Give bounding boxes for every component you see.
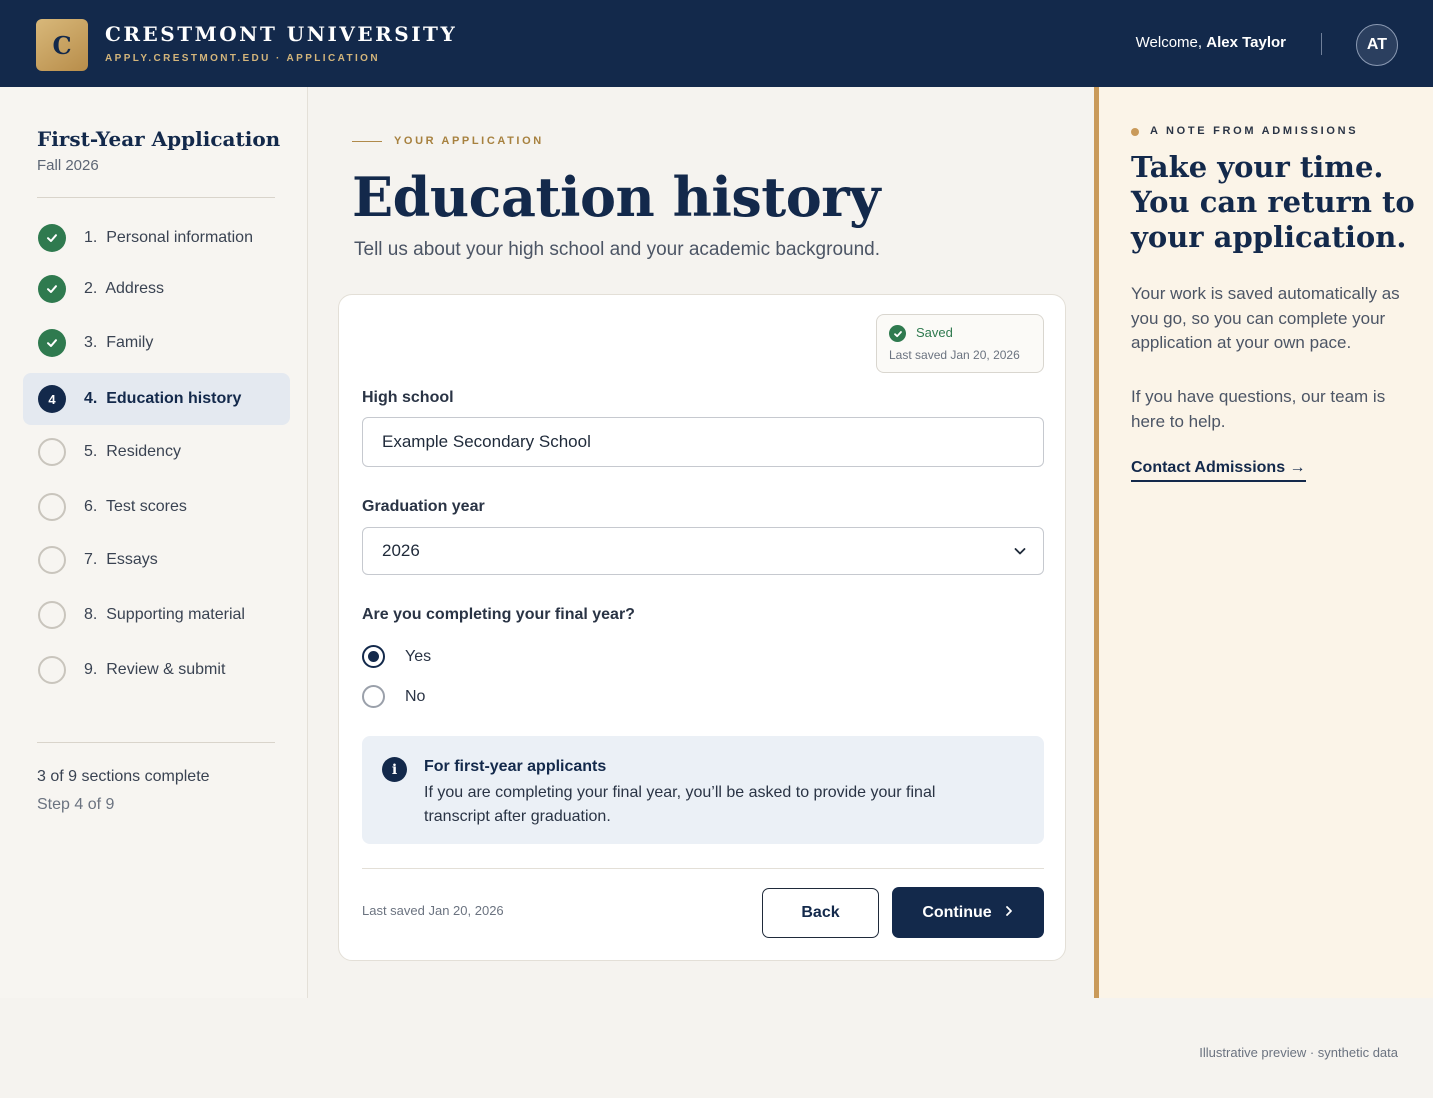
step-label: 5. Residency	[84, 443, 181, 460]
user-name: Alex Taylor	[1206, 34, 1286, 51]
page-subtitle: Tell us about your high school and your …	[354, 239, 880, 260]
step-counter: Step 4 of 9	[37, 796, 115, 813]
welcome-prefix: Welcome,	[1135, 34, 1203, 51]
check-icon	[38, 329, 66, 357]
application-term: Fall 2026	[37, 157, 99, 174]
check-icon	[38, 224, 66, 252]
step-label: 9. Review & submit	[84, 661, 226, 678]
sidebar-step-family[interactable]: 3. Family	[23, 317, 290, 369]
info-callout: i For first-year applicants If you are c…	[362, 736, 1044, 844]
sidebar-divider	[37, 197, 275, 198]
save-status-indicator: Saved Last saved Jan 20, 2026	[876, 314, 1044, 373]
graduation-year-label: Graduation year	[362, 498, 485, 515]
sidebar-step-essays[interactable]: 7. Essays	[23, 534, 290, 586]
bullet-dot-icon	[1131, 128, 1139, 136]
site-subtitle: APPLY.CRESTMONT.EDU · APPLICATION	[105, 53, 380, 64]
info-body: If you are completing your final year, y…	[424, 784, 936, 825]
education-form-card: Saved Last saved Jan 20, 2026 High schoo…	[338, 294, 1066, 961]
chevron-right-icon	[1004, 904, 1014, 922]
university-logo[interactable]: C	[36, 19, 88, 71]
info-icon: i	[382, 757, 407, 782]
sections-complete-text: 3 of 9 sections complete	[37, 768, 210, 785]
info-title: For first-year applicants	[424, 758, 607, 775]
graduation-year-value: 2026	[382, 541, 420, 560]
step-label: 3. Family	[84, 334, 154, 351]
eyebrow-rule	[352, 141, 382, 142]
saved-label: Saved	[916, 325, 953, 340]
page-title: Education history	[352, 165, 881, 229]
empty-circle-icon	[38, 656, 66, 684]
empty-circle-icon	[38, 438, 66, 466]
final-year-option-no[interactable]: No	[362, 685, 425, 708]
application-title: First-Year Application	[37, 127, 281, 151]
final-year-option-yes[interactable]: Yes	[362, 645, 431, 668]
radio-button-selected[interactable]	[362, 645, 385, 668]
high-school-input[interactable]	[362, 417, 1044, 467]
top-navigation-bar: C CRESTMONT UNIVERSITY APPLY.CRESTMONT.E…	[0, 0, 1433, 87]
card-divider	[362, 868, 1044, 869]
empty-circle-icon	[38, 546, 66, 574]
step-label: 8. Supporting material	[84, 606, 245, 623]
radio-label: No	[405, 687, 426, 705]
user-avatar[interactable]: AT	[1356, 24, 1398, 66]
chevron-down-icon	[1013, 544, 1027, 563]
back-button[interactable]: Back	[762, 888, 879, 938]
sidebar-step-residency[interactable]: 5. Residency	[23, 426, 290, 478]
step-label: 4. Education history	[84, 390, 242, 407]
graduation-year-select[interactable]: 2026	[362, 527, 1044, 575]
current-step-badge: 4	[38, 385, 66, 413]
header-divider	[1321, 33, 1322, 55]
check-circle-icon	[889, 325, 906, 342]
radio-button[interactable]	[362, 685, 385, 708]
step-label: 6. Test scores	[84, 498, 187, 515]
sidebar-step-review-submit[interactable]: 9. Review & submit	[23, 644, 290, 696]
step-label: 2. Address	[84, 280, 165, 297]
sidebar-step-address[interactable]: 2. Address	[23, 263, 290, 315]
sidebar-step-education-history[interactable]: 4 4. Education history	[23, 373, 290, 425]
note-title: Take your time. You can return to your a…	[1131, 150, 1415, 254]
university-name: CRESTMONT UNIVERSITY	[105, 22, 458, 46]
sidebar-step-test-scores[interactable]: 6. Test scores	[23, 481, 290, 533]
note-eyebrow: A NOTE FROM ADMISSIONS	[1150, 125, 1359, 137]
radio-label: Yes	[405, 647, 432, 665]
empty-circle-icon	[38, 493, 66, 521]
continue-label: Continue	[922, 903, 992, 921]
sidebar-divider	[37, 742, 275, 743]
sidebar-step-personal-information[interactable]: 1. Personal information	[23, 212, 290, 264]
note-paragraph-help: If you have questions, our team is here …	[1131, 387, 1386, 431]
illustrative-footnote: Illustrative preview · synthetic data	[1199, 1045, 1398, 1060]
contact-admissions-link[interactable]: Contact Admissions →	[1131, 459, 1306, 482]
continue-button[interactable]: Continue	[892, 887, 1044, 938]
final-year-question: Are you completing your final year?	[362, 606, 635, 623]
welcome-message: Welcome, Alex Taylor	[1136, 34, 1286, 51]
high-school-label: High school	[362, 389, 454, 406]
application-sidebar: First-Year Application Fall 2026 1. Pers…	[0, 87, 308, 998]
check-icon	[38, 275, 66, 303]
sidebar-step-supporting-material[interactable]: 8. Supporting material	[23, 589, 290, 641]
footer-last-saved: Last saved Jan 20, 2026	[362, 903, 504, 918]
last-saved-date: Last saved Jan 20, 2026	[889, 348, 1020, 362]
step-label: 1. Personal information	[84, 229, 253, 246]
empty-circle-icon	[38, 601, 66, 629]
admissions-note-panel: A NOTE FROM ADMISSIONS Take your time. Y…	[1094, 87, 1433, 998]
step-label: 7. Essays	[84, 551, 158, 568]
section-eyebrow: YOUR APPLICATION	[394, 135, 544, 147]
note-paragraph-autosave: Your work is saved automatically as you …	[1131, 284, 1400, 352]
